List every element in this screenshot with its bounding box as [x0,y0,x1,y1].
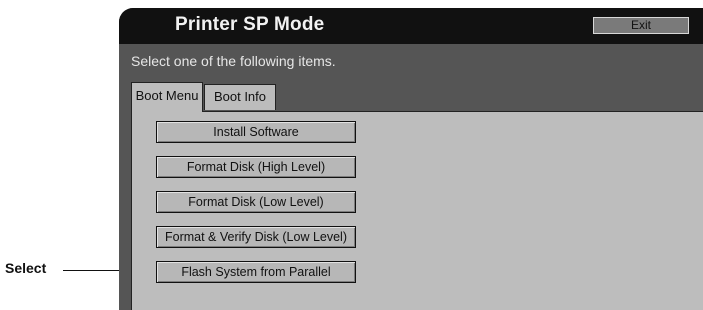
instruction-text: Select one of the following items. [131,53,336,69]
flash-system-from-parallel-button[interactable]: Flash System from Parallel [156,261,356,283]
exit-button[interactable]: Exit [593,17,689,34]
window-title: Printer SP Mode [175,14,325,35]
select-callout-label: Select [5,260,47,276]
tab-boot-info[interactable]: Boot Info [204,84,276,110]
title-bar: Printer SP Mode Exit [119,8,703,44]
format-disk-low-level-button[interactable]: Format Disk (Low Level) [156,191,356,213]
format-disk-high-level-button[interactable]: Format Disk (High Level) [156,156,356,178]
tab-boot-menu[interactable]: Boot Menu [131,82,203,112]
format-verify-disk-button[interactable]: Format & Verify Disk (Low Level) [156,226,356,248]
boot-menu-content: Install Software Format Disk (High Level… [131,111,703,310]
screenshot-canvas: Select Printer SP Mode Exit Select one o… [0,0,703,310]
sp-mode-window: Printer SP Mode Exit Select one of the f… [119,8,703,310]
install-software-button[interactable]: Install Software [156,121,356,143]
